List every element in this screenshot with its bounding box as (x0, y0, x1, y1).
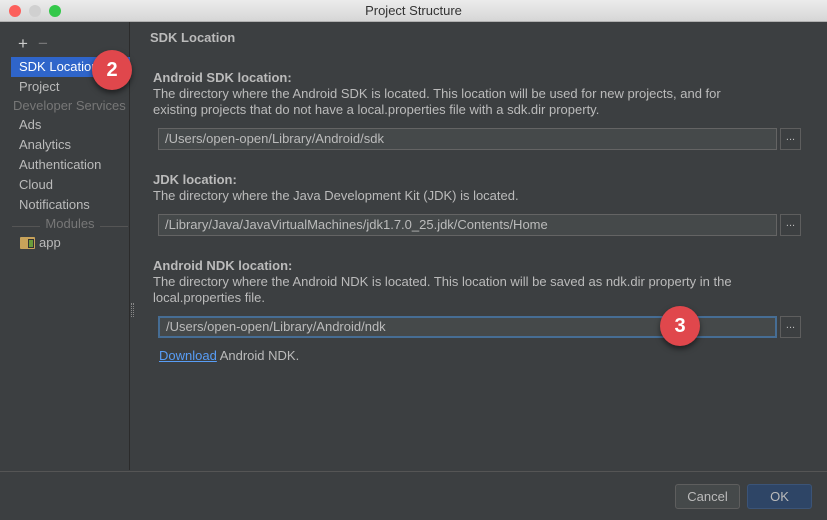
download-ndk-text: Android NDK. (216, 348, 300, 363)
ndk-label: Android NDK location: (153, 258, 293, 273)
sdk-description-2: existing projects that do not have a loc… (153, 102, 600, 117)
modules-header: Modules (10, 216, 130, 231)
sidebar-item-authentication[interactable]: Authentication (11, 155, 130, 175)
android-module-icon (20, 237, 35, 249)
module-app[interactable]: app (11, 233, 130, 253)
step-badge-2: 2 (92, 50, 132, 90)
splitter-handle[interactable] (131, 303, 134, 317)
title-bar: Project Structure (0, 0, 827, 22)
ndk-description: The directory where the Android NDK is l… (153, 274, 732, 289)
download-ndk-link[interactable]: Download (159, 348, 217, 363)
sdk-label: Android SDK location: (153, 70, 292, 85)
ndk-browse-button[interactable]: ... (780, 316, 801, 338)
sidebar-item-cloud[interactable]: Cloud (11, 175, 130, 195)
section-developer-services: Developer Services (13, 98, 126, 113)
sidebar-item-notifications[interactable]: Notifications (11, 195, 130, 215)
jdk-label: JDK location: (153, 172, 237, 187)
add-icon[interactable]: + (18, 34, 28, 53)
cancel-button[interactable]: Cancel (675, 484, 740, 509)
minimize-window-button[interactable] (29, 5, 41, 17)
window-title: Project Structure (365, 3, 462, 18)
module-label: app (39, 235, 61, 250)
sdk-browse-button[interactable]: ... (780, 128, 801, 150)
page-title: SDK Location (150, 30, 236, 45)
ndk-description-2: local.properties file. (153, 290, 265, 305)
ok-button[interactable]: OK (747, 484, 812, 509)
maximize-window-button[interactable] (49, 5, 61, 17)
close-window-button[interactable] (9, 5, 21, 17)
sidebar-item-ads[interactable]: Ads (11, 115, 130, 135)
remove-icon[interactable]: − (38, 34, 48, 53)
step-badge-3: 3 (660, 306, 700, 346)
jdk-browse-button[interactable]: ... (780, 214, 801, 236)
sdk-description: The directory where the Android SDK is l… (153, 86, 721, 101)
footer-divider (0, 471, 827, 472)
jdk-location-input[interactable]: /Library/Java/JavaVirtualMachines/jdk1.7… (158, 214, 777, 236)
sidebar-item-analytics[interactable]: Analytics (11, 135, 130, 155)
jdk-description: The directory where the Java Development… (153, 188, 519, 203)
sdk-location-input[interactable]: /Users/open-open/Library/Android/sdk (158, 128, 777, 150)
